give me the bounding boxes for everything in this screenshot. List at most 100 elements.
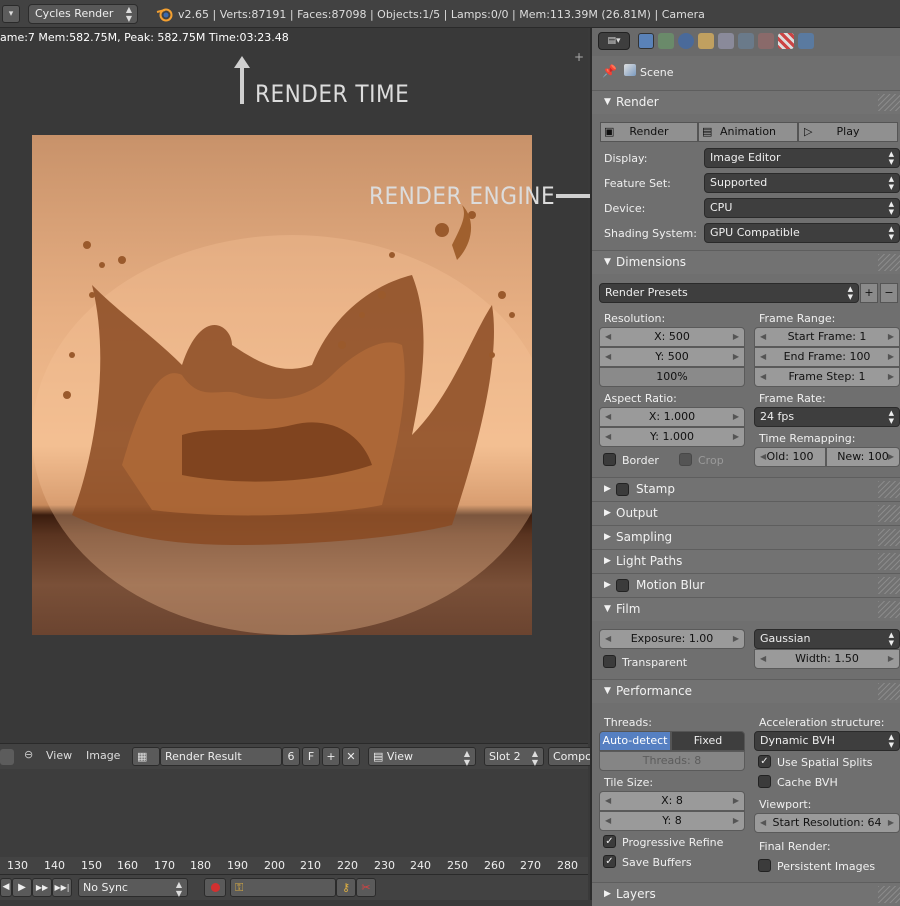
record-button[interactable] <box>204 878 226 897</box>
stamp-panel-header[interactable]: ▶ Stamp <box>592 477 900 501</box>
area-split-handle[interactable]: + <box>574 50 584 64</box>
shading-system-dropdown[interactable]: GPU Compatible ▲ ▼ <box>704 223 900 243</box>
scene-tab-icon[interactable] <box>678 33 694 49</box>
drag-grip-icon[interactable] <box>878 505 900 522</box>
delete-keyframe-button[interactable]: ✂ <box>356 878 376 897</box>
drag-grip-icon[interactable] <box>878 577 900 594</box>
pin-icon[interactable]: 📌 <box>602 64 617 78</box>
view-menu[interactable]: View <box>46 749 72 762</box>
feature-set-dropdown[interactable]: Supported ▲ ▼ <box>704 173 900 193</box>
drag-grip-icon[interactable] <box>878 94 900 111</box>
play-reverse-button[interactable]: ◀ <box>0 878 12 897</box>
drag-grip-icon[interactable] <box>878 553 900 570</box>
drag-grip-icon[interactable] <box>878 254 900 271</box>
performance-panel-header[interactable]: ▼ Performance <box>592 679 900 703</box>
motion-blur-panel-header[interactable]: ▶ Motion Blur <box>592 573 900 597</box>
light-paths-panel-header[interactable]: ▶ Light Paths <box>592 549 900 573</box>
render-layers-tab-icon[interactable] <box>658 33 674 49</box>
output-panel-header[interactable]: ▶ Output <box>592 501 900 525</box>
persistent-images-checkbox[interactable] <box>758 859 771 872</box>
frame-rate-dropdown[interactable]: 24 fps ▲ ▼ <box>754 407 900 427</box>
start-resolution-field[interactable]: ◀ Start Resolution: 64 ▶ <box>754 813 900 833</box>
render-button[interactable]: ▣ Render <box>600 122 698 142</box>
insert-keyframe-button[interactable]: ⚷ <box>336 878 356 897</box>
dimensions-panel-header[interactable]: ▼ Dimensions <box>592 250 900 274</box>
start-frame-field[interactable]: ◀ Start Frame: 1 ▶ <box>754 327 900 347</box>
sampling-panel-header[interactable]: ▶ Sampling <box>592 525 900 549</box>
drag-grip-icon[interactable] <box>878 683 900 700</box>
collapse-menu-icon[interactable]: ⊖ <box>24 748 33 761</box>
remap-new-field[interactable]: New: 100 ▶ <box>826 447 900 467</box>
progressive-refine-checkbox[interactable]: ✓ <box>603 835 616 848</box>
border-checkbox[interactable] <box>603 453 616 466</box>
tile-y-field[interactable]: ◀ Y: 8 ▶ <box>599 811 745 831</box>
device-dropdown[interactable]: CPU ▲ ▼ <box>704 198 900 218</box>
timeline-area[interactable] <box>0 769 588 857</box>
end-frame-field[interactable]: ◀ End Frame: 100 ▶ <box>754 347 900 367</box>
resolution-percent-slider[interactable]: 100% <box>599 367 745 387</box>
keying-set-field[interactable]: ⚿ <box>230 878 336 897</box>
motion-blur-checkbox[interactable] <box>616 579 629 592</box>
editor-type-icon[interactable]: ▤▾ <box>598 32 630 50</box>
world-tab-icon[interactable] <box>698 33 714 49</box>
object-tab-icon[interactable] <box>718 33 734 49</box>
threads-fixed-button[interactable]: Fixed <box>671 731 745 751</box>
sync-dropdown[interactable]: No Sync ▲ ▼ <box>78 878 188 898</box>
physics-tab-icon[interactable] <box>798 33 814 49</box>
remap-old-field[interactable]: ◀ Old: 100 <box>754 447 826 467</box>
aspect-y-field[interactable]: ◀ Y: 1.000 ▶ <box>599 427 745 447</box>
crop-checkbox[interactable] <box>679 453 692 466</box>
drag-grip-icon[interactable] <box>878 481 900 498</box>
timeline-ruler[interactable]: 130 140 150 160 170 180 190 200 210 220 … <box>0 857 588 874</box>
exposure-field[interactable]: ◀ Exposure: 1.00 ▶ <box>599 629 745 649</box>
unlink-image-button[interactable]: ✕ <box>342 747 360 766</box>
next-keyframe-button[interactable]: ▶▶ <box>32 878 52 897</box>
spatial-splits-checkbox[interactable]: ✓ <box>758 755 771 768</box>
play-render-button[interactable]: ▷ Play <box>798 122 898 142</box>
view-mode-dropdown[interactable]: ▤ View ▲ ▼ <box>368 747 476 767</box>
texture-tab-icon[interactable] <box>778 33 794 49</box>
drag-grip-icon[interactable] <box>878 529 900 546</box>
remove-preset-button[interactable]: − <box>880 283 898 303</box>
slot-dropdown[interactable]: Slot 2 ▲ ▼ <box>484 747 544 767</box>
transparent-checkbox[interactable] <box>603 655 616 668</box>
new-image-button[interactable]: + <box>322 747 340 766</box>
filter-type-dropdown[interactable]: Gaussian ▲ ▼ <box>754 629 900 649</box>
aspect-x-field[interactable]: ◀ X: 1.000 ▶ <box>599 407 745 427</box>
render-presets-dropdown[interactable]: Render Presets ▲ ▼ <box>599 283 859 303</box>
save-buffers-checkbox[interactable]: ✓ <box>603 855 616 868</box>
image-browse-button[interactable]: ▦ <box>132 747 160 766</box>
fake-user-button[interactable]: F <box>302 747 320 766</box>
render-engine-dropdown[interactable]: Cycles Render ▲ ▼ <box>28 4 138 24</box>
add-preset-button[interactable]: + <box>860 283 878 303</box>
drag-grip-icon[interactable] <box>878 601 900 618</box>
threads-count-field[interactable]: Threads: 8 <box>599 751 745 771</box>
frame-step-field[interactable]: ◀ Frame Step: 1 ▶ <box>754 367 900 387</box>
resolution-y-field[interactable]: ◀ Y: 500 ▶ <box>599 347 745 367</box>
editor-type-icon[interactable]: ▾ <box>2 5 20 23</box>
play-button[interactable]: ▶ <box>12 878 32 897</box>
acceleration-structure-dropdown[interactable]: Dynamic BVH ▲ ▼ <box>754 731 900 751</box>
users-count-button[interactable]: 6 <box>282 747 300 766</box>
display-dropdown[interactable]: Image Editor ▲ ▼ <box>704 148 900 168</box>
render-panel-header[interactable]: ▼ Render <box>592 90 900 114</box>
constraints-tab-icon[interactable] <box>738 33 754 49</box>
jump-end-button[interactable]: ▶▶| <box>52 878 72 897</box>
filter-width-field[interactable]: ◀ Width: 1.50 ▶ <box>754 649 900 669</box>
editor-type-icon[interactable] <box>0 749 14 765</box>
cache-bvh-checkbox[interactable] <box>758 775 771 788</box>
stamp-checkbox[interactable] <box>616 483 629 496</box>
film-panel-header[interactable]: ▼ Film <box>592 597 900 621</box>
image-name-field[interactable]: Render Result <box>160 747 282 766</box>
resolution-x-field[interactable]: ◀ X: 500 ▶ <box>599 327 745 347</box>
threads-auto-detect-button[interactable]: Auto-detect <box>599 731 671 751</box>
save-buffers-label: Save Buffers <box>622 856 692 869</box>
layers-panel-header[interactable]: ▶ Layers <box>592 882 900 906</box>
tile-x-field[interactable]: ◀ X: 8 ▶ <box>599 791 745 811</box>
composite-dropdown[interactable]: Compo <box>548 747 592 766</box>
data-tab-icon[interactable] <box>758 33 774 49</box>
image-menu[interactable]: Image <box>86 749 120 762</box>
animation-button[interactable]: ▤ Animation <box>698 122 798 142</box>
drag-grip-icon[interactable] <box>878 886 900 903</box>
render-tab-icon[interactable] <box>638 33 654 49</box>
